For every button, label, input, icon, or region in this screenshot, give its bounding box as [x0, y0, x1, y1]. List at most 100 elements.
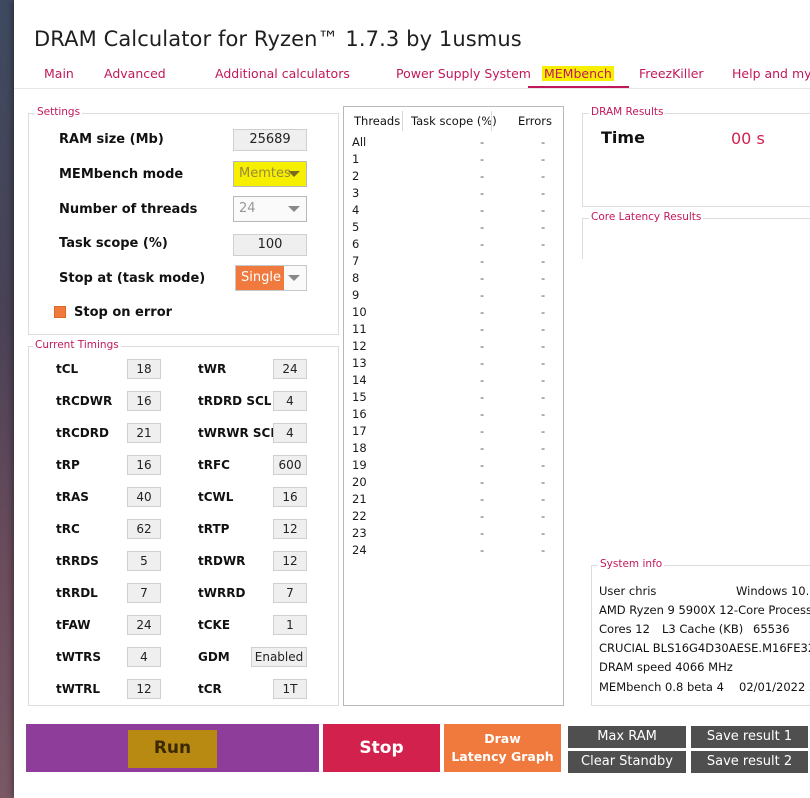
timing-value: 4	[273, 423, 307, 443]
task-scope-cell: -	[480, 152, 485, 166]
thread-id: 17	[352, 424, 367, 438]
threads-value: 24	[239, 201, 256, 216]
dram-results-group: DRAM Results Time 00 s	[582, 106, 810, 207]
ram-size-field[interactable]: 25689	[233, 129, 307, 151]
run-button[interactable]: Run	[26, 724, 319, 772]
table-row: 18 - -	[344, 441, 563, 458]
timing-label: tCWL	[198, 490, 234, 504]
membench-mode-label: MEMbench mode	[59, 167, 184, 182]
system-date: 02/01/2022 21	[739, 680, 810, 694]
task-scope-cell: -	[480, 271, 485, 285]
thread-id: 5	[352, 220, 360, 234]
errors-cell: -	[541, 322, 546, 336]
timing-label: tWRWR SCL	[198, 426, 278, 440]
task-scope-cell: -	[480, 458, 485, 472]
errors-cell: -	[541, 373, 546, 387]
timing-label: tRP	[56, 458, 80, 472]
tab-freezkiller[interactable]: FreezKiller	[639, 66, 704, 81]
timing-value: 4	[273, 391, 307, 411]
timing-value: 16	[273, 487, 307, 507]
timing-value: 62	[127, 519, 161, 539]
thread-id: 20	[352, 475, 367, 489]
threads-column-header[interactable]: Threads	[354, 114, 400, 128]
system-memory: CRUCIAL BLS16G4D30AESE.M16FE32GB	[599, 641, 810, 655]
timing-label: tWR	[198, 362, 227, 376]
errors-cell: -	[541, 254, 546, 268]
max-ram-button[interactable]: Max RAM	[568, 726, 686, 748]
thread-id: 10	[352, 305, 367, 319]
task-scope-cell: -	[480, 492, 485, 506]
thread-id: 13	[352, 356, 367, 370]
errors-cell: -	[541, 305, 546, 319]
task-scope-cell: -	[480, 237, 485, 251]
chevron-down-icon	[288, 275, 300, 281]
errors-cell: -	[541, 203, 546, 217]
table-row: 8 - -	[344, 271, 563, 288]
task-scope-column-header[interactable]: Task scope (%)	[411, 114, 497, 128]
current-timings-group: Current Timings tCL 18 tRCDWR 16 tRCDRD 21 tRP…	[28, 339, 339, 706]
core-latency-group: Core Latency Results	[582, 211, 810, 259]
table-row: 3 - -	[344, 186, 563, 203]
tab-power-supply-system[interactable]: Power Supply System	[396, 66, 531, 81]
timing-value: 40	[127, 487, 161, 507]
errors-cell: -	[541, 441, 546, 455]
task-scope-cell: -	[480, 407, 485, 421]
timing-value: 18	[127, 359, 161, 379]
draw-latency-graph-button[interactable]: Draw Latency Graph	[444, 724, 561, 772]
run-button-label: Run	[127, 730, 218, 768]
table-row: 6 - -	[344, 237, 563, 254]
table-row: 4 - -	[344, 203, 563, 220]
save-result-2-button[interactable]: Save result 2	[691, 751, 808, 773]
clear-standby-button[interactable]: Clear Standby	[568, 751, 686, 773]
threads-select[interactable]: 24	[233, 196, 307, 222]
timing-label: tCKE	[198, 618, 231, 632]
stop-button[interactable]: Stop	[323, 724, 440, 772]
save-result-1-button[interactable]: Save result 1	[691, 726, 808, 748]
thread-id: 6	[352, 237, 360, 251]
timing-value: 7	[273, 583, 307, 603]
tab-additional-calculators[interactable]: Additional calculators	[215, 66, 350, 81]
task-scope-cell: -	[480, 424, 485, 438]
errors-cell: -	[541, 356, 546, 370]
timing-label: GDM	[198, 650, 230, 664]
core-latency-title: Core Latency Results	[589, 211, 704, 223]
stop-at-select[interactable]: Single	[235, 265, 307, 291]
tab-bar: Main Advanced Additional calculators Pow…	[14, 62, 810, 88]
tab-advanced[interactable]: Advanced	[104, 66, 166, 81]
tab-help[interactable]: Help and my	[732, 66, 810, 81]
thread-id: 16	[352, 407, 367, 421]
errors-cell: -	[541, 424, 546, 438]
table-row: 22 - -	[344, 509, 563, 526]
task-scope-cell: -	[480, 339, 485, 353]
timing-value: 12	[273, 519, 307, 539]
errors-cell: -	[541, 237, 546, 251]
system-user: User chris	[599, 584, 657, 598]
system-l3-value: 65536	[753, 622, 790, 636]
threads-table: Threads Task scope (%) Errors All - - 1 - - 2 -…	[343, 106, 564, 706]
timing-label: tRTP	[198, 522, 230, 536]
stop-at-value: Single	[241, 270, 281, 285]
tab-membench-label: MEMbench	[542, 66, 614, 81]
column-separator	[491, 111, 492, 131]
tab-main[interactable]: Main	[44, 66, 74, 81]
dram-results-title: DRAM Results	[589, 106, 666, 118]
timing-label: tRFC	[198, 458, 230, 472]
errors-cell: -	[541, 526, 546, 540]
membench-mode-select[interactable]: Memtes	[233, 161, 307, 187]
table-row: 20 - -	[344, 475, 563, 492]
task-scope-field[interactable]: 100	[233, 234, 307, 256]
table-row: 16 - -	[344, 407, 563, 424]
errors-column-header[interactable]: Errors	[518, 114, 552, 128]
membench-mode-value: Memtes	[239, 166, 291, 181]
timing-value: 24	[127, 615, 161, 635]
timing-label: tRDRD SCL	[198, 394, 272, 408]
errors-cell: -	[541, 288, 546, 302]
timing-value: 600	[273, 455, 307, 475]
timing-value: 7	[127, 583, 161, 603]
window-title: DRAM Calculator for Ryzen™ 1.7.3 by 1usm…	[34, 27, 522, 51]
task-scope-cell: -	[480, 390, 485, 404]
table-row: 23 - -	[344, 526, 563, 543]
thread-id: 14	[352, 373, 367, 387]
ram-size-label: RAM size (Mb)	[59, 132, 164, 147]
stop-on-error-checkbox[interactable]	[54, 306, 66, 318]
